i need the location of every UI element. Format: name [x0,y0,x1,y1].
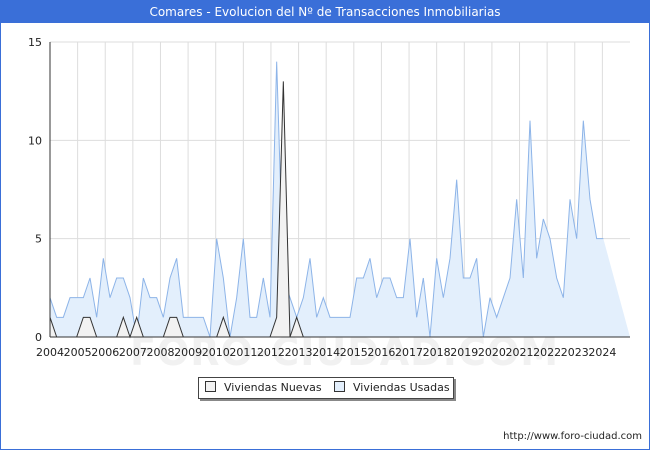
x-tick-label: 2014 [312,346,340,359]
x-tick-label: 2004 [36,346,64,359]
x-tick-label: 2020 [478,346,506,359]
y-tick-label: 0 [35,331,42,344]
legend-item-usadas: Viviendas Usadas [334,381,450,395]
legend-swatch-nuevas [205,381,216,392]
x-tick-label: 2007 [119,346,147,359]
x-tick-label: 2013 [285,346,313,359]
x-tick-label: 2010 [202,346,230,359]
y-tick-label: 15 [28,36,42,49]
x-tick-label: 2019 [450,346,478,359]
legend-label-nuevas: Viviendas Nuevas [224,381,322,394]
x-tick-label: 2015 [340,346,368,359]
legend-label-usadas: Viviendas Usadas [353,381,450,394]
x-tick-label: 2024 [588,346,616,359]
legend-swatch-usadas [334,381,345,392]
x-tick-label: 2005 [64,346,92,359]
x-tick-label: 2017 [395,346,423,359]
x-tick-label: 2012 [257,346,285,359]
source-url[interactable]: http://www.foro-ciudad.com [503,431,642,442]
legend: Viviendas Nuevas Viviendas Usadas [198,377,454,399]
x-tick-label: 2018 [423,346,451,359]
y-tick-label: 10 [28,134,42,147]
x-tick-label: 2021 [506,346,534,359]
x-tick-label: 2023 [561,346,589,359]
x-tick-label: 2008 [146,346,174,359]
y-tick-label: 5 [35,233,42,246]
x-tick-label: 2022 [533,346,561,359]
x-tick-label: 2009 [174,346,202,359]
legend-item-nuevas: Viviendas Nuevas [205,381,322,395]
x-tick-label: 2006 [91,346,119,359]
x-tick-label: 2011 [229,346,257,359]
x-tick-label: 2016 [367,346,395,359]
